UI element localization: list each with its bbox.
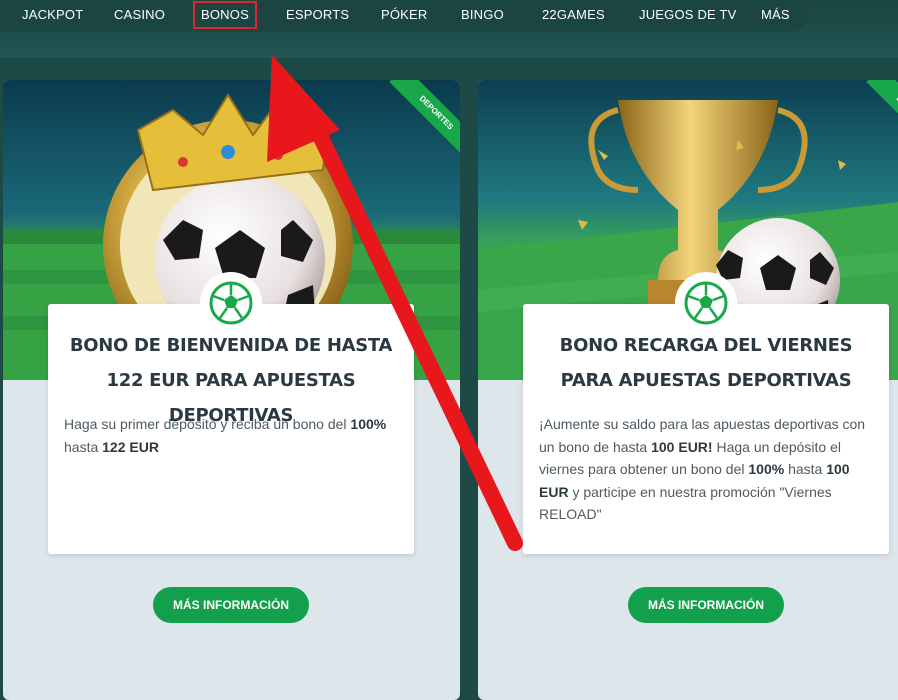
red-pointer-arrow: [267, 55, 523, 551]
